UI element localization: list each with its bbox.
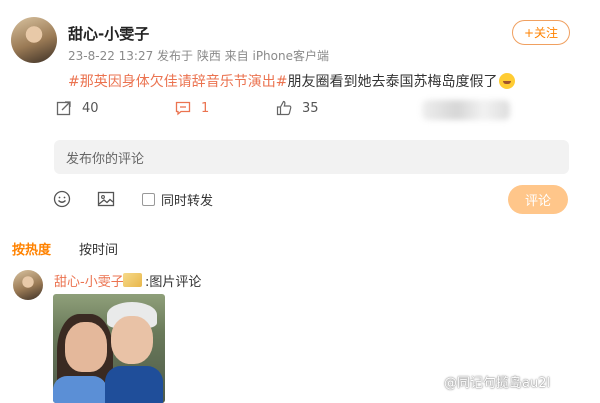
sort-by-hot-tab[interactable]: 按热度	[12, 239, 51, 258]
author-avatar[interactable]	[11, 17, 57, 63]
share-button[interactable]: 40	[56, 100, 99, 116]
commenter-name[interactable]: 甜心-小雯子	[54, 271, 124, 290]
follow-button[interactable]: +关注	[512, 20, 570, 45]
comment-photo[interactable]	[53, 294, 165, 403]
sort-by-time-tab[interactable]: 按时间	[79, 239, 118, 258]
share-count: 40	[82, 100, 99, 116]
emoji-picker-icon[interactable]	[53, 190, 71, 208]
repost-option[interactable]: 同时转发	[142, 190, 213, 209]
thumbs-up-icon	[276, 100, 292, 116]
repost-label: 同时转发	[161, 194, 214, 209]
post-text: #那英因身体欠佳请辞音乐节演出#朋友圈看到她去泰国苏梅岛度假了	[68, 71, 516, 91]
watermark: @同记句揽岛au2l	[444, 376, 551, 391]
comment-text: :图片评论	[145, 275, 202, 290]
comment-toggle-button[interactable]: 1	[175, 100, 209, 116]
like-button[interactable]: 35	[276, 100, 319, 116]
vip-badge-icon	[123, 273, 142, 287]
post-body: 朋友圈看到她去泰国苏梅岛度假了	[287, 74, 498, 90]
post-meta: 23-8-22 13:27 发布于 陕西 来自 iPhone客户端	[68, 49, 329, 63]
submit-comment-button[interactable]: 评论	[508, 185, 568, 214]
topic-link[interactable]: #那英因身体欠佳请辞音乐节演出#	[68, 74, 287, 90]
like-count: 35	[302, 100, 319, 116]
author-name[interactable]: 甜心-小雯子	[68, 23, 149, 44]
comment-icon	[175, 101, 191, 116]
blurred-area	[422, 100, 510, 120]
comment-input[interactable]: 发布你的评论	[54, 140, 569, 174]
commenter-avatar[interactable]	[13, 270, 43, 300]
comment-count: 1	[201, 100, 210, 116]
share-icon	[56, 101, 71, 116]
image-upload-icon[interactable]	[97, 190, 115, 208]
laughing-emoji-icon	[499, 73, 516, 89]
repost-checkbox[interactable]	[142, 193, 155, 206]
